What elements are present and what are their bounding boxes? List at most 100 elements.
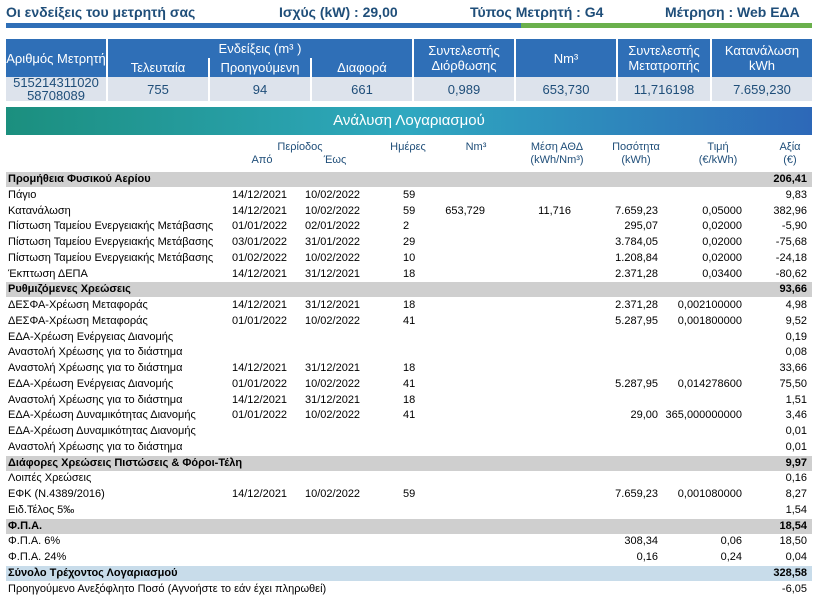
charge-row: Αναστολή Χρέωσης για το διάστημα 0,01 bbox=[6, 440, 812, 455]
charge-row: ΔΕΣΦΑ-Χρέωση Μεταφοράς 01/01/2022 10/02/20… bbox=[6, 314, 812, 329]
meter-table: Αριθμός Μετρητή Ενδείξεις (m³ ) Τελευταί… bbox=[6, 39, 812, 102]
charge-row: ΕΔΑ-Χρέωση Δυναμικότητας Διανομής 0,01 bbox=[6, 424, 812, 439]
col-diff: Διαφορά bbox=[312, 58, 412, 77]
row-label: Προηγούμενο Ανεξόφλητο Ποσό (Αγνοήστε το… bbox=[8, 583, 327, 595]
row-days: 41 bbox=[403, 315, 416, 327]
row-days: 29 bbox=[403, 236, 416, 248]
charge-row: ΕΦΚ (Ν.4389/2016) 14/12/2021 10/02/2022 59 7… bbox=[6, 487, 812, 502]
charge-row: Πάγιο 14/12/2021 10/02/2022 59 9,83 bbox=[6, 188, 812, 203]
row-label: Πίστωση Ταμείου Ενεργειακής Μετάβασης bbox=[8, 236, 214, 248]
header-meter-type: Τύπος Μετρητή : G4 bbox=[470, 4, 604, 20]
row-qty: 0,16 bbox=[636, 551, 658, 563]
row-value: 206,41 bbox=[773, 173, 807, 185]
row-price: 0,02000 bbox=[702, 252, 742, 264]
charge-row: Έκπτωση ΔΕΠΑ 14/12/2021 31/12/2021 18 2.371,… bbox=[6, 267, 812, 282]
header-title: Οι ενδείξεις του μετρητή σας bbox=[6, 4, 196, 20]
reading-last: 755 bbox=[108, 77, 208, 101]
row-from: 01/02/2022 bbox=[232, 252, 288, 264]
charge-row: Αναστολή Χρέωσης για το διάστημα 14/12/20… bbox=[6, 361, 812, 376]
row-label: Φ.Π.Α. 6% bbox=[8, 535, 61, 547]
row-days: 41 bbox=[403, 409, 416, 421]
row-price: 0,06 bbox=[720, 535, 742, 547]
row-price: 0,05000 bbox=[702, 205, 742, 217]
row-qty: 7.659,23 bbox=[615, 488, 658, 500]
row-from: 01/01/2022 bbox=[232, 315, 288, 327]
charge-row: Προηγούμενο Ανεξόφλητο Ποσό (Αγνοήστε το… bbox=[6, 582, 812, 597]
row-value: 8,27 bbox=[785, 488, 807, 500]
row-value: 1,51 bbox=[785, 394, 807, 406]
row-label: Έκπτωση ΔΕΠΑ bbox=[8, 268, 88, 280]
row-value: 18,54 bbox=[779, 520, 807, 532]
row-days: 18 bbox=[403, 362, 416, 374]
row-label: Αναστολή Χρέωσης για το διάστημα bbox=[8, 346, 183, 358]
row-value: 328,58 bbox=[773, 567, 807, 579]
header-to: Έως bbox=[323, 154, 347, 166]
row-to: 10/02/2022 bbox=[305, 409, 361, 421]
row-days: 41 bbox=[403, 378, 416, 390]
row-value: 18,50 bbox=[779, 535, 807, 547]
charge-row: Αναστολή Χρέωσης για το διάστημα 14/12/20… bbox=[6, 393, 812, 408]
conversion-factor: 11,716198 bbox=[618, 77, 710, 101]
row-qty: 29,00 bbox=[630, 409, 658, 421]
row-to: 10/02/2022 bbox=[305, 189, 361, 201]
col-nm3: Nm³ bbox=[516, 39, 616, 77]
row-to: 31/12/2021 bbox=[305, 268, 361, 280]
section-row: Ρυθμιζόμενες Χρεώσεις 93,66 bbox=[6, 282, 812, 297]
header-price-line-1: Τιμή bbox=[707, 141, 729, 153]
header-avg-line-2: (kWh/Nm³) bbox=[530, 154, 584, 166]
row-qty: 1.208,84 bbox=[615, 252, 658, 264]
row-value: 4,98 bbox=[785, 299, 807, 311]
row-label: ΕΔΑ-Χρέωση Δυναμικότητας Διανομής bbox=[8, 425, 196, 437]
row-label: Αναστολή Χρέωσης για το διάστημα bbox=[8, 362, 183, 374]
row-price: 0,001800000 bbox=[677, 315, 742, 327]
correction-factor: 0,989 bbox=[414, 77, 514, 101]
row-value: -6,05 bbox=[781, 583, 807, 595]
row-from: 14/12/2021 bbox=[232, 488, 288, 500]
meter-number: 515214311020 58708089 bbox=[6, 76, 106, 102]
row-value: 1,54 bbox=[785, 504, 807, 516]
header-blue-line bbox=[6, 23, 521, 28]
row-label: Αναστολή Χρέωσης για το διάστημα bbox=[8, 441, 183, 453]
row-from: 14/12/2021 bbox=[232, 299, 288, 311]
header-days: Ημέρες bbox=[390, 141, 426, 153]
col-readings: Ενδείξεις (m³ ) bbox=[108, 39, 412, 58]
row-price: 0,002100000 bbox=[677, 299, 742, 311]
header-qty-line-1: Ποσότητα bbox=[612, 141, 660, 153]
row-label: Κατανάλωση bbox=[8, 205, 71, 217]
row-from: 14/12/2021 bbox=[232, 189, 288, 201]
section-row: Προμήθεια Φυσικού Αερίου 206,41 bbox=[6, 172, 812, 187]
header-value-line-2: (€) bbox=[783, 154, 797, 166]
row-label: Προμήθεια Φυσικού Αερίου bbox=[8, 173, 151, 185]
charge-row: ΔΕΣΦΑ-Χρέωση Μεταφοράς 14/12/2021 31/12/20… bbox=[6, 298, 812, 313]
row-to: 31/12/2021 bbox=[305, 299, 361, 311]
row-price: 0,24 bbox=[720, 551, 742, 563]
row-value: -5,90 bbox=[781, 220, 807, 232]
row-value: 93,66 bbox=[779, 283, 807, 295]
charge-row: Πίστωση Ταμείου Ενεργειακής Μετάβασης 01/… bbox=[6, 251, 812, 266]
header-nm3: Nm³ bbox=[465, 141, 487, 153]
row-qty: 2.371,28 bbox=[615, 268, 658, 280]
row-qty: 5.287,95 bbox=[615, 315, 658, 327]
charge-row: Ειδ.Τέλος 5‰ 1,54 bbox=[6, 503, 812, 518]
row-price: 0,02000 bbox=[702, 236, 742, 248]
row-days: 18 bbox=[403, 268, 416, 280]
row-from: 01/01/2022 bbox=[232, 220, 288, 232]
charge-row: Αναστολή Χρέωσης για το διάστημα 0,08 bbox=[6, 345, 812, 360]
row-price: 0,03400 bbox=[702, 268, 742, 280]
row-qty: 2.371,28 bbox=[615, 299, 658, 311]
row-to: 10/02/2022 bbox=[305, 252, 361, 264]
col-previous: Προηγούμενη bbox=[210, 58, 310, 77]
header-value-line-1: Αξία bbox=[779, 141, 801, 153]
row-value: 9,83 bbox=[785, 189, 807, 201]
row-qty: 3.784,05 bbox=[615, 236, 658, 248]
row-label: Φ.Π.Α. 24% bbox=[8, 551, 67, 563]
col-conversion: Συντελεστής Μετατροπής bbox=[618, 39, 710, 77]
row-to: 10/02/2022 bbox=[305, 378, 361, 390]
row-days: 59 bbox=[403, 488, 416, 500]
row-to: 10/02/2022 bbox=[305, 205, 361, 217]
consumption-kwh: 7.659,230 bbox=[712, 77, 812, 101]
row-to: 02/01/2022 bbox=[305, 220, 361, 232]
row-from: 01/01/2022 bbox=[232, 409, 288, 421]
row-to: 31/12/2021 bbox=[305, 362, 361, 374]
header-price-line-2: (€/kWh) bbox=[698, 154, 738, 166]
